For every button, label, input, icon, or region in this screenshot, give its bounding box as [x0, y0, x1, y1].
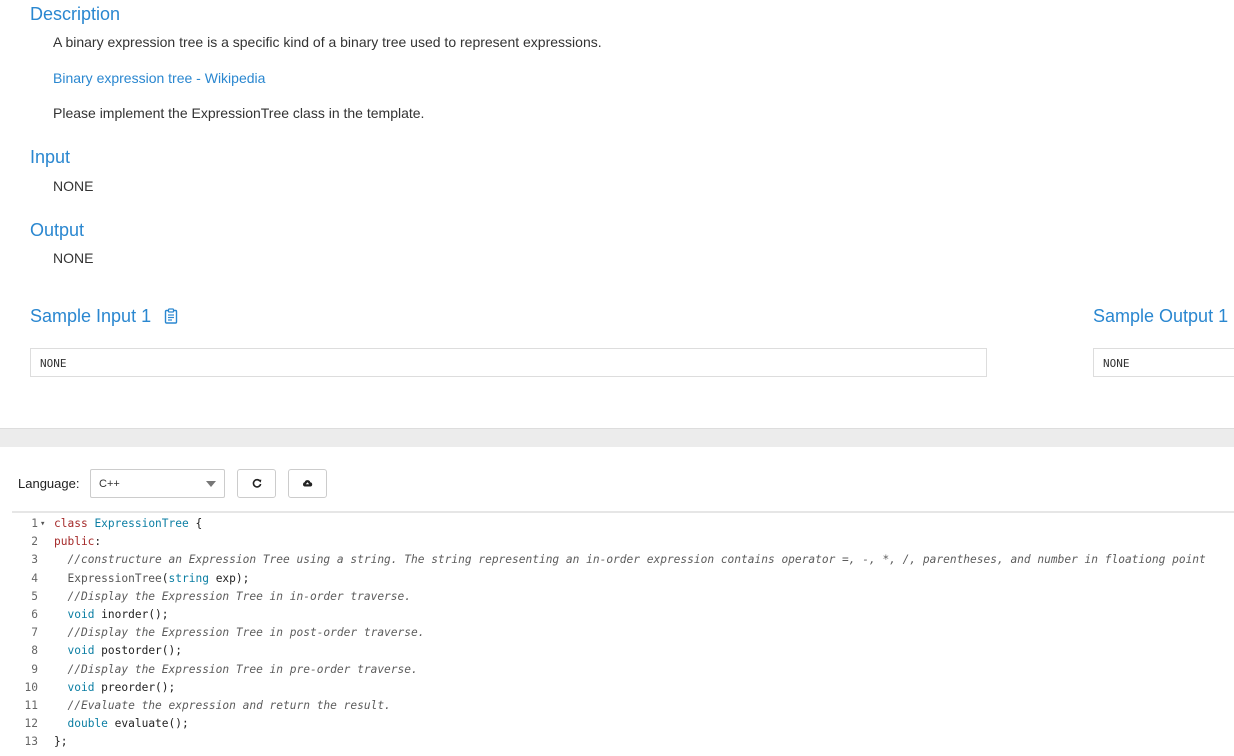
code-text: //Evaluate the expression and return the…	[67, 699, 391, 712]
code-text: //Display the Expression Tree in post-or…	[67, 626, 425, 640]
cloud-upload-icon	[302, 475, 313, 493]
clipboard-icon[interactable]	[164, 308, 178, 329]
description-heading: Description	[30, 4, 121, 24]
output-text: NONE	[53, 250, 94, 266]
line-number: 11	[12, 697, 38, 715]
code-line[interactable]: 11 //Evaluate the expression and return …	[12, 697, 1234, 715]
language-label: Language:	[18, 476, 80, 491]
code-text: double evaluate();	[67, 717, 189, 731]
sample-input-title: Sample Input 1	[30, 306, 152, 326]
code-line[interactable]: 12 double evaluate();	[12, 715, 1234, 734]
code-line[interactable]: 3 //constructure an Expression Tree usin…	[12, 551, 1234, 570]
line-number: 12	[12, 715, 38, 734]
sample-input-box: NONE	[30, 348, 987, 377]
line-number: 10	[12, 678, 38, 697]
line-number: 7	[12, 624, 38, 643]
code-line[interactable]: 9 //Display the Expression Tree in pre-o…	[12, 660, 1234, 679]
code-text: //constructure an Expression Tree using …	[67, 553, 1206, 567]
line-number: 9	[12, 660, 38, 679]
code-line[interactable]: 1 ▾ class ExpressionTree {	[12, 515, 1234, 533]
line-number: 5	[12, 587, 38, 606]
code-line[interactable]: 4 ExpressionTree(string exp);	[12, 569, 1234, 588]
code-text: //Display the Expression Tree in in-orde…	[67, 589, 411, 603]
input-heading: Input	[30, 147, 71, 167]
reset-button[interactable]	[237, 469, 276, 498]
chevron-down-icon	[206, 481, 216, 487]
code-text: //Display the Expression Tree in pre-ord…	[67, 662, 418, 676]
upload-button[interactable]	[288, 469, 327, 498]
code-text: void preorder();	[67, 680, 176, 694]
refresh-icon	[252, 475, 262, 493]
output-heading: Output	[30, 220, 85, 240]
line-number: 2	[12, 533, 38, 552]
code-line[interactable]: 7 //Display the Expression Tree in post-…	[12, 624, 1234, 643]
code-text: };	[54, 735, 68, 749]
fold-arrow-icon[interactable]: ▾	[40, 515, 45, 533]
line-number: 8	[12, 642, 38, 661]
code-text: class ExpressionTree {	[54, 517, 203, 530]
code-text: void inorder();	[67, 608, 169, 621]
section-divider	[0, 428, 1234, 447]
sample-input-heading: Sample Input 1	[30, 306, 178, 329]
line-number: 3	[12, 551, 38, 570]
code-text: void postorder();	[67, 644, 182, 658]
code-editor[interactable]: 1 ▾ class ExpressionTree { 2 public: 3 //cons…	[12, 515, 1234, 756]
code-line[interactable]: 5 //Display the Expression Tree in in-or…	[12, 587, 1234, 606]
line-number: 6	[12, 606, 38, 624]
description-text: A binary expression tree is a specific k…	[53, 34, 602, 50]
sample-output-box: NONE	[1093, 348, 1234, 377]
line-number: 1	[12, 515, 38, 533]
line-number: 13	[12, 733, 38, 752]
wikipedia-link[interactable]: Binary expression tree - Wikipedia	[53, 70, 265, 86]
language-select[interactable]: C++	[90, 469, 225, 498]
line-number: 4	[12, 569, 38, 588]
code-line[interactable]: 8 void postorder();	[12, 642, 1234, 661]
editor-top-border	[12, 511, 1234, 513]
sample-output-heading: Sample Output 1	[1093, 306, 1229, 326]
code-line[interactable]: 6 void inorder();	[12, 606, 1234, 624]
language-value: C++	[99, 478, 120, 490]
code-line[interactable]: 10 void preorder();	[12, 678, 1234, 697]
input-text: NONE	[53, 178, 94, 194]
code-line[interactable]: 2 public:	[12, 533, 1234, 552]
code-line[interactable]: 13};	[12, 733, 1234, 752]
instruction-text: Please implement the ExpressionTree clas…	[53, 105, 425, 121]
code-text: public:	[54, 535, 102, 549]
code-text: ExpressionTree(string exp);	[67, 571, 250, 585]
